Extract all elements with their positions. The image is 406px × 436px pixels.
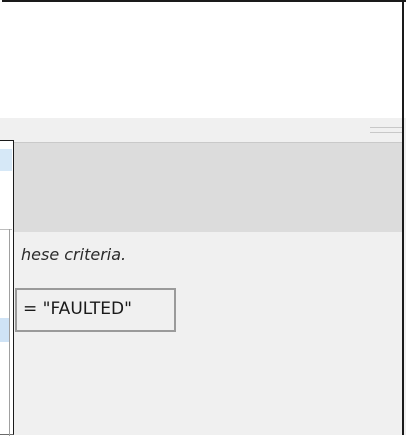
criteria-list[interactable] bbox=[0, 140, 14, 436]
resize-grip-icon[interactable] bbox=[370, 127, 402, 141]
panel-frame-right bbox=[402, 118, 404, 435]
filter-expression-text: = "FAULTED" bbox=[23, 299, 132, 319]
window-frame-top bbox=[2, 0, 406, 2]
header-band bbox=[14, 142, 402, 232]
hint-text: hese criteria. bbox=[21, 245, 127, 264]
window-frame-right bbox=[402, 0, 404, 118]
top-window bbox=[0, 0, 406, 118]
list-highlight-top bbox=[0, 149, 12, 171]
list-selected-item[interactable] bbox=[0, 318, 9, 342]
filter-expression-box[interactable]: = "FAULTED" bbox=[15, 288, 176, 332]
list-inner-frame bbox=[0, 229, 12, 230]
list-inner-right bbox=[9, 229, 10, 436]
